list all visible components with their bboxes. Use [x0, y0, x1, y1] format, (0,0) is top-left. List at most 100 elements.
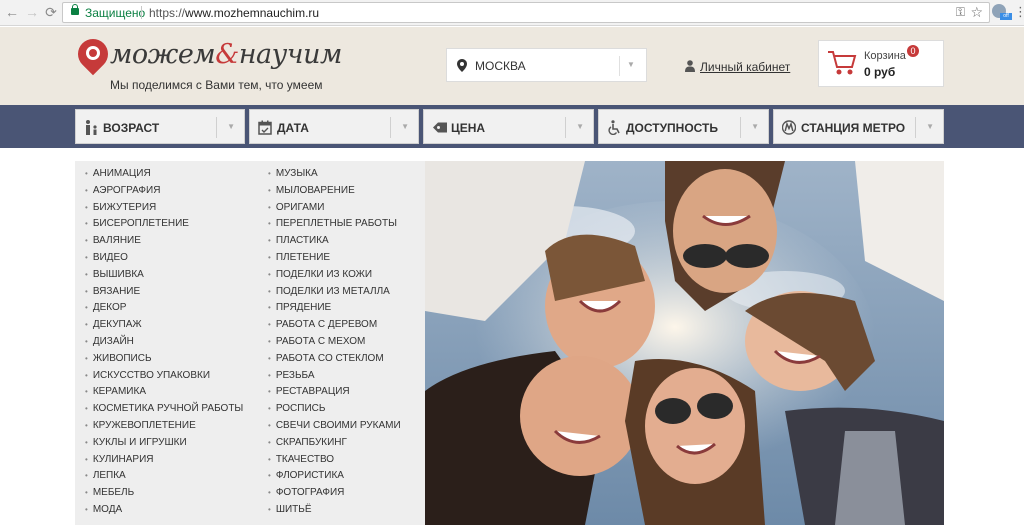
account-link[interactable]: Личный кабинет — [700, 60, 790, 74]
category-link[interactable]: ПЛАСТИКА — [268, 233, 401, 250]
city-divider — [619, 56, 620, 76]
category-list: АНИМАЦИЯАЭРОГРАФИЯБИЖУТЕРИЯБИСЕРОПЛЕТЕНИ… — [75, 161, 425, 525]
filter-divider — [740, 117, 741, 138]
cart-label: Корзина — [864, 50, 906, 62]
category-link[interactable]: КЕРАМИКА — [85, 384, 243, 401]
category-link[interactable]: ТКАЧЕСТВО — [268, 452, 401, 469]
category-link[interactable]: РЕЗЬБА — [268, 368, 401, 385]
chevron-down-icon: ▼ — [751, 122, 759, 131]
category-link[interactable]: ИСКУССТВО УПАКОВКИ — [85, 368, 243, 385]
category-link[interactable]: РОСПИСЬ — [268, 401, 401, 418]
lock-icon — [71, 4, 79, 15]
key-icon[interactable]: ⚿ — [956, 5, 965, 20]
cart-amount: 0 руб — [864, 65, 896, 79]
category-link[interactable]: ПОДЕЛКИ ИЗ МЕТАЛЛА — [268, 284, 401, 301]
chevron-down-icon[interactable]: ▼ — [627, 60, 635, 69]
category-link[interactable]: МЕБЕЛЬ — [85, 485, 243, 502]
category-link[interactable]: СВЕЧИ СВОИМИ РУКАМИ — [268, 418, 401, 435]
category-link[interactable]: ФЛОРИСТИКА — [268, 468, 401, 485]
map-pin-icon — [457, 59, 467, 72]
calendar-icon — [258, 120, 272, 135]
filter-divider — [565, 117, 566, 138]
category-column-1: АНИМАЦИЯАЭРОГРАФИЯБИЖУТЕРИЯБИСЕРОПЛЕТЕНИ… — [85, 166, 243, 519]
address-bar[interactable]: Защищено https://www.mozhemnauchim.ru ⚿ … — [62, 2, 990, 23]
category-link[interactable]: ДИЗАЙН — [85, 334, 243, 351]
reload-icon[interactable]: ⟳ — [43, 4, 59, 20]
category-link[interactable]: ВЫШИВКА — [85, 267, 243, 284]
forward-icon[interactable]: → — [24, 4, 40, 20]
category-link[interactable]: ПРЯДЕНИЕ — [268, 300, 401, 317]
category-link[interactable]: МОДА — [85, 502, 243, 519]
url-scheme: https:// — [149, 6, 186, 20]
category-link[interactable]: ПЕРЕПЛЕТНЫЕ РАБОТЫ — [268, 216, 401, 233]
logo-word-1: можем — [110, 39, 216, 70]
site-header: можем&научим Мы поделимся с Вами тем, чт… — [0, 27, 1024, 105]
category-link[interactable]: ДЕКОР — [85, 300, 243, 317]
logo-wordmark: можем&научим — [110, 39, 342, 70]
category-link[interactable]: РАБОТА С ДЕРЕВОМ — [268, 317, 401, 334]
category-link[interactable]: ВАЛЯНИЕ — [85, 233, 243, 250]
category-link[interactable]: ВИДЕО — [85, 250, 243, 267]
filter-price[interactable]: ЦЕНА ▼ — [423, 109, 594, 144]
logo-pin-dot — [86, 46, 100, 60]
extension-badge: off — [1000, 13, 1012, 20]
category-link[interactable]: КУЛИНАРИЯ — [85, 452, 243, 469]
metro-icon — [782, 120, 796, 135]
filter-metro-label: СТАНЦИЯ МЕТРО — [801, 121, 906, 135]
filter-metro[interactable]: СТАНЦИЯ МЕТРО ▼ — [773, 109, 944, 144]
main-content: АНИМАЦИЯАЭРОГРАФИЯБИЖУТЕРИЯБИСЕРОПЛЕТЕНИ… — [75, 161, 944, 525]
category-link[interactable]: ПОДЕЛКИ ИЗ КОЖИ — [268, 267, 401, 284]
chevron-down-icon: ▼ — [576, 122, 584, 131]
category-link[interactable]: ПЛЕТЕНИЕ — [268, 250, 401, 267]
hero-image — [425, 161, 944, 525]
filter-accessibility-label: ДОСТУПНОСТЬ — [626, 121, 718, 135]
bookmark-star-icon[interactable]: ☆ — [970, 4, 983, 21]
category-link[interactable]: БИЖУТЕРИЯ — [85, 200, 243, 217]
category-link[interactable]: СКРАПБУКИНГ — [268, 435, 401, 452]
category-link[interactable]: РАБОТА С МЕХОМ — [268, 334, 401, 351]
url-domain: www.mozhemnauchim.ru — [185, 6, 320, 20]
cart-widget[interactable]: Корзина 0 0 руб — [818, 40, 944, 87]
browser-toolbar: ← → ⟳ Защищено https://www.mozhemnauchim… — [0, 0, 1024, 26]
category-link[interactable]: ФОТОГРАФИЯ — [268, 485, 401, 502]
back-icon[interactable]: ← — [4, 4, 20, 20]
category-link[interactable]: ЖИВОПИСЬ — [85, 351, 243, 368]
group-of-friends-photo — [425, 161, 944, 525]
category-link[interactable]: КРУЖЕВОПЛЕТЕНИЕ — [85, 418, 243, 435]
cart-count-badge: 0 — [907, 45, 919, 57]
slogan: Мы поделимся с Вами тем, что умеем — [110, 78, 323, 92]
city-value: МОСКВА — [475, 59, 526, 73]
filter-age[interactable]: ВОЗРАСТ ▼ — [75, 109, 245, 144]
category-link[interactable]: ВЯЗАНИЕ — [85, 284, 243, 301]
city-select[interactable]: МОСКВА ▼ — [446, 48, 647, 82]
category-link[interactable]: КОСМЕТИКА РУЧНОЙ РАБОТЫ — [85, 401, 243, 418]
filter-accessibility[interactable]: ДОСТУПНОСТЬ ▼ — [598, 109, 769, 144]
category-link[interactable]: МЫЛОВАРЕНИЕ — [268, 183, 401, 200]
age-icon — [86, 120, 97, 135]
logo-word-2: научим — [238, 39, 343, 70]
url-text[interactable]: https://www.mozhemnauchim.ru — [149, 6, 319, 20]
category-link[interactable]: ШИТЬЁ — [268, 502, 401, 519]
category-column-2: МУЗЫКАМЫЛОВАРЕНИЕОРИГАМИПЕРЕПЛЕТНЫЕ РАБО… — [268, 166, 401, 519]
filter-divider — [390, 117, 391, 138]
category-link[interactable]: РЕСТАВРАЦИЯ — [268, 384, 401, 401]
category-link[interactable]: ЛЕПКА — [85, 468, 243, 485]
filter-age-label: ВОЗРАСТ — [103, 121, 160, 135]
wheelchair-icon — [608, 120, 620, 135]
filter-price-label: ЦЕНА — [451, 121, 486, 135]
browser-menu-icon[interactable]: ⋮ — [1014, 4, 1024, 20]
chevron-down-icon: ▼ — [227, 122, 235, 131]
filter-date[interactable]: ДАТА ▼ — [249, 109, 419, 144]
user-icon — [685, 60, 695, 72]
category-link[interactable]: АЭРОГРАФИЯ — [85, 183, 243, 200]
cart-icon — [828, 51, 857, 75]
category-link[interactable]: КУКЛЫ И ИГРУШКИ — [85, 435, 243, 452]
chevron-down-icon: ▼ — [401, 122, 409, 131]
category-link[interactable]: РАБОТА СО СТЕКЛОМ — [268, 351, 401, 368]
category-link[interactable]: АНИМАЦИЯ — [85, 166, 243, 183]
category-link[interactable]: ОРИГАМИ — [268, 200, 401, 217]
category-link[interactable]: МУЗЫКА — [268, 166, 401, 183]
filter-date-label: ДАТА — [277, 121, 309, 135]
category-link[interactable]: ДЕКУПАЖ — [85, 317, 243, 334]
category-link[interactable]: БИСЕРОПЛЕТЕНИЕ — [85, 216, 243, 233]
